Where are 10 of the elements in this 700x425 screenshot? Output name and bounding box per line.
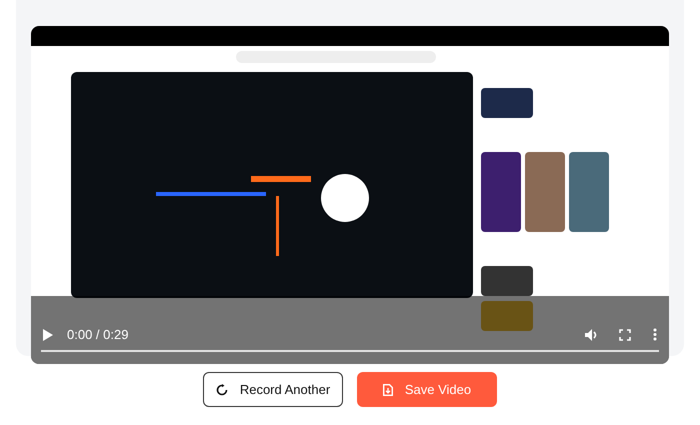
record-another-button[interactable]: Record Another: [203, 372, 343, 407]
time-display: 0:00 / 0:29: [67, 328, 128, 341]
more-icon[interactable]: [653, 328, 657, 341]
refresh-icon: [216, 384, 228, 396]
fullscreen-icon[interactable]: [619, 328, 631, 340]
play-icon[interactable]: [43, 328, 53, 340]
file-download-icon: [382, 384, 393, 396]
volume-icon[interactable]: [585, 328, 599, 340]
save-video-button[interactable]: Save Video: [357, 372, 497, 407]
video-player[interactable]: 0:00 / 0:29: [31, 26, 669, 364]
